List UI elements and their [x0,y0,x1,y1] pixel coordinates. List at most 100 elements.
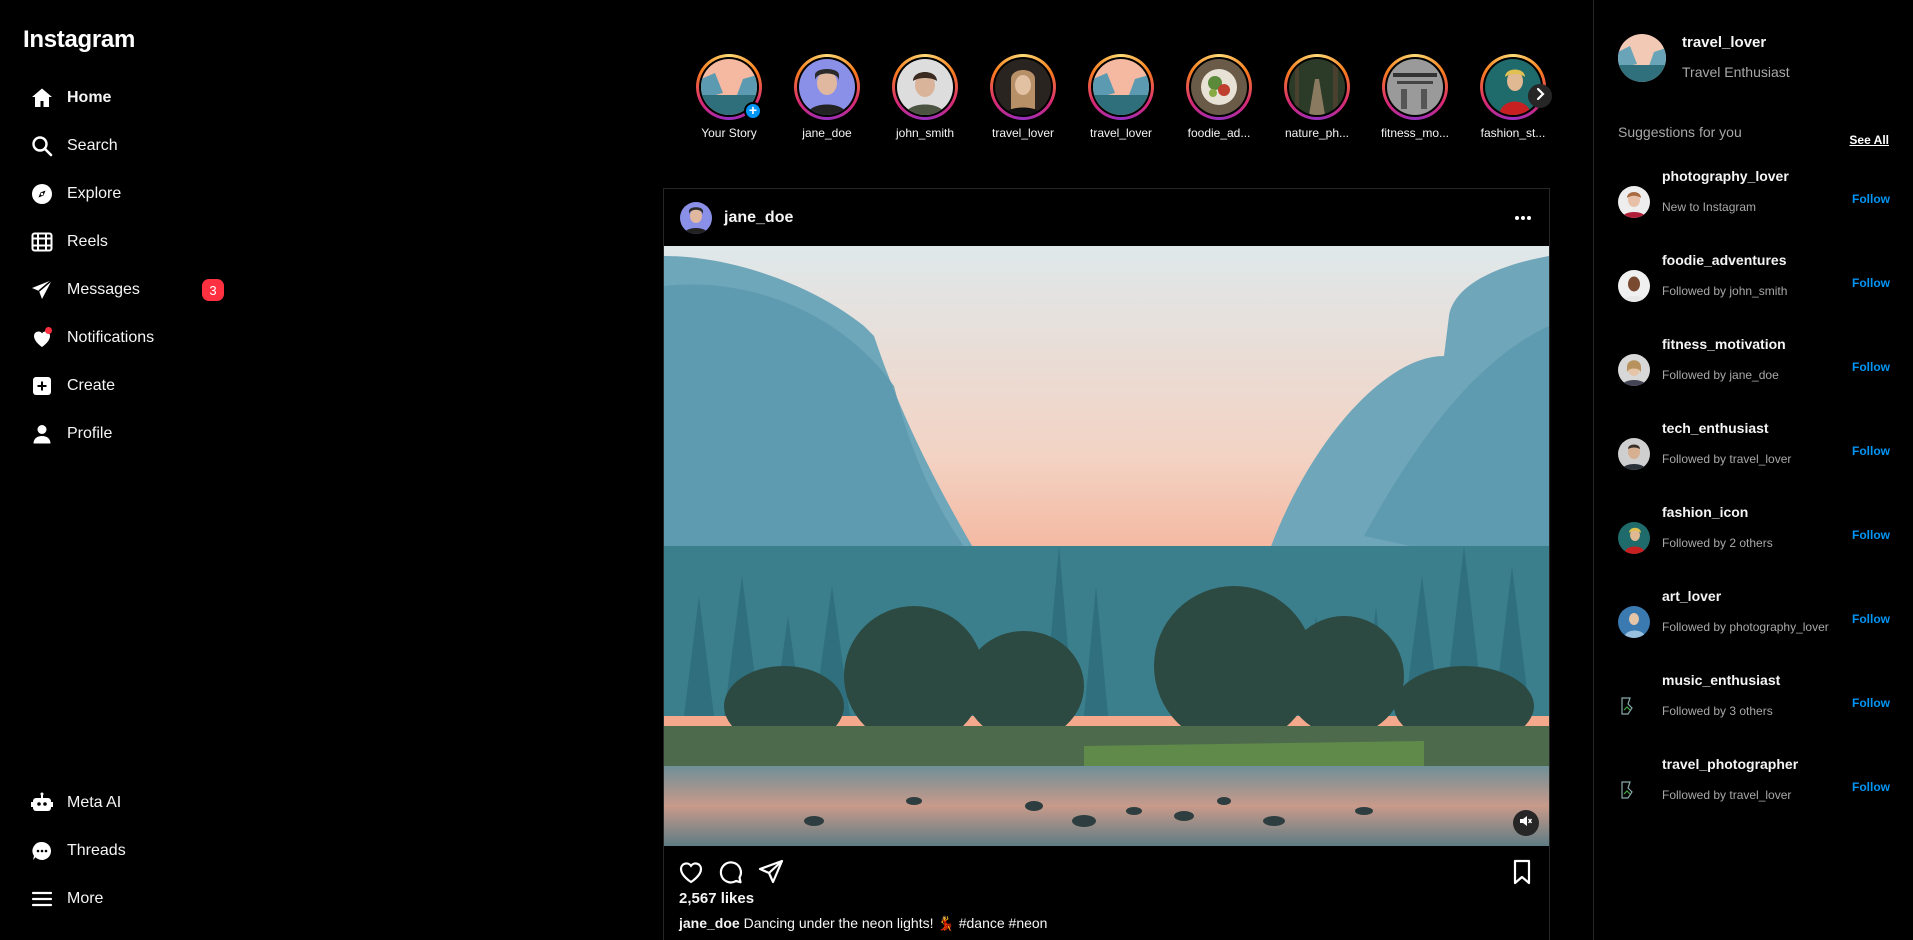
follow-button[interactable]: Follow [1852,528,1890,542]
notification-dot [45,327,52,334]
share-icon[interactable] [757,858,785,886]
like-heart-icon[interactable] [677,858,705,886]
follow-button[interactable]: Follow [1852,696,1890,710]
comment-icon[interactable] [717,858,745,886]
nav-notifications[interactable]: Notifications [30,323,154,353]
current-user: travel_lover Travel Enthusiast [1618,34,1898,86]
nav-home[interactable]: Home [30,83,111,113]
avatar [897,59,953,115]
suggestion-reason: Followed by photography_lover [1662,620,1829,634]
nav-search[interactable]: Search [30,131,118,161]
follow-button[interactable]: Follow [1852,444,1890,458]
suggestion-username[interactable]: fitness_motivation [1662,336,1786,352]
suggestion-username[interactable]: music_enthusiast [1662,672,1780,688]
broken-image-icon[interactable] [1618,690,1650,722]
avatar[interactable] [1618,270,1650,302]
more-options-icon[interactable] [1511,206,1535,230]
suggestion-reason: Followed by travel_lover [1662,452,1792,466]
mute-button[interactable] [1513,810,1539,836]
suggestion-reason: Followed by 2 others [1662,536,1773,550]
story-ring: + [696,54,762,120]
suggestion-username[interactable]: art_lover [1662,588,1721,604]
feed-post: jane_doe 2,567 likes jane_doe Dancing un… [663,188,1550,940]
instagram-logo[interactable]: Instagram [23,26,135,54]
story-name: foodie_ad... [1187,126,1251,140]
current-user-subtitle: Travel Enthusiast [1682,64,1790,80]
caption-username[interactable]: jane_doe [679,915,740,931]
current-username[interactable]: travel_lover [1682,34,1766,51]
left-sidebar: Instagram Home Search Explore Reels Mess… [0,0,245,940]
suggestion-item: music_enthusiast Followed by 3 others Fo… [1618,672,1890,732]
avatar[interactable] [1618,354,1650,386]
forest-thumbnail [1289,59,1345,115]
follow-button[interactable]: Follow [1852,192,1890,206]
instagram-app: Instagram Home Search Explore Reels Mess… [0,0,1913,940]
nav-messages[interactable]: Messages 3 [30,275,230,305]
nav-label: Explore [67,185,122,202]
likes-count[interactable]: 2,567 likes [679,890,754,907]
story-fitness[interactable]: fitness_mo... [1372,54,1458,140]
story-name: jane_doe [802,126,852,140]
post-avatar[interactable] [680,201,712,234]
avatar[interactable] [1618,606,1650,638]
suggestion-item: tech_enthusiast Followed by travel_lover… [1618,420,1890,480]
story-foodie[interactable]: foodie_ad... [1176,54,1262,140]
post-actions [664,852,1549,890]
hamburger-icon [30,887,54,911]
paper-plane-icon [30,278,54,302]
threads-icon [30,839,54,863]
suggestion-username[interactable]: foodie_adventures [1662,252,1786,268]
story-travel-lover[interactable]: travel_lover [980,54,1066,140]
see-all-link[interactable]: See All [1849,133,1889,147]
story-travel-lover-2[interactable]: travel_lover [1078,54,1164,140]
nav-meta-ai[interactable]: Meta AI [30,788,121,818]
home-icon [30,86,54,110]
stories-next-button[interactable] [1528,84,1552,108]
suggestion-username[interactable]: travel_photographer [1662,756,1798,772]
nav-label: Create [67,377,116,394]
suggestion-item: travel_photographer Followed by travel_l… [1618,756,1890,816]
follow-button[interactable]: Follow [1852,612,1890,626]
messages-badge: 3 [202,279,224,301]
nav-more[interactable]: More [30,884,103,914]
story-john-smith[interactable]: john_smith [882,54,968,140]
story-name: travel_lover [1089,126,1153,140]
add-story-icon[interactable]: + [744,102,762,120]
nav-label: Notifications [67,329,155,346]
compass-icon [30,182,54,206]
food-thumbnail [1191,59,1247,115]
avatar[interactable] [1618,522,1650,554]
suggestion-item: fitness_motivation Followed by jane_doe … [1618,336,1890,396]
nav-create[interactable]: Create [30,371,115,401]
nav-reels[interactable]: Reels [30,227,108,257]
avatar[interactable] [1618,186,1650,218]
post-username[interactable]: jane_doe [724,209,793,227]
post-caption: jane_doe Dancing under the neon lights! … [679,915,1047,932]
right-panel: travel_lover Travel Enthusiast Suggestio… [1594,0,1913,940]
bookmark-icon[interactable] [1508,858,1536,886]
nav-profile[interactable]: Profile [30,419,112,449]
story-name: nature_ph... [1284,126,1350,140]
suggestion-item: art_lover Followed by photography_lover … [1618,588,1890,648]
nav-explore[interactable]: Explore [30,179,121,209]
broken-image-icon[interactable] [1618,774,1650,806]
post-media-video[interactable] [664,246,1549,846]
suggestions-heading: Suggestions for you [1618,124,1742,140]
stories-tray: + Your Story jane_doe john_smith travel_… [686,54,1552,144]
suggestion-username[interactable]: tech_enthusiast [1662,420,1769,436]
story-jane-doe[interactable]: jane_doe [784,54,870,140]
current-user-avatar[interactable] [1618,34,1666,82]
suggestion-username[interactable]: fashion_icon [1662,504,1748,520]
suggestion-username[interactable]: photography_lover [1662,168,1789,184]
nav-label: More [67,890,104,907]
follow-button[interactable]: Follow [1852,276,1890,290]
story-your-story[interactable]: + Your Story [686,54,772,140]
landscape-thumbnail [1093,59,1149,115]
follow-button[interactable]: Follow [1852,360,1890,374]
plus-square-icon [30,374,54,398]
story-nature[interactable]: nature_ph... [1274,54,1360,140]
nav-label: Meta AI [67,794,122,811]
nav-threads[interactable]: Threads [30,836,126,866]
follow-button[interactable]: Follow [1852,780,1890,794]
avatar[interactable] [1618,438,1650,470]
